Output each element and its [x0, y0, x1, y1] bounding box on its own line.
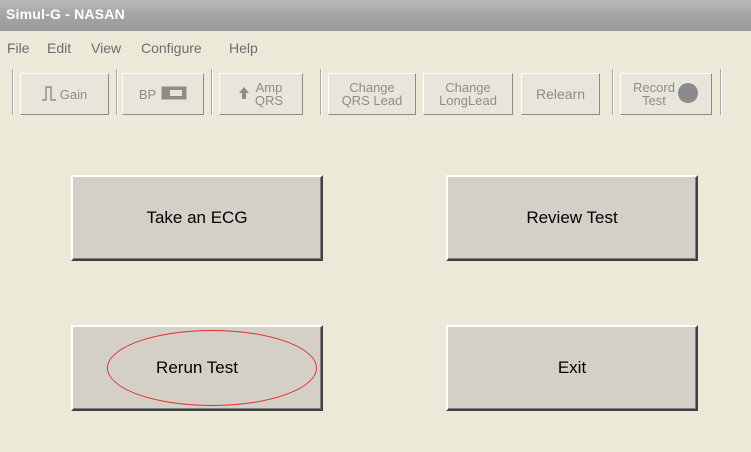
rerun-test-label: Rerun Test	[156, 358, 238, 377]
up-arrow-icon	[238, 87, 249, 101]
toolbar-separator	[211, 69, 213, 115]
gain-button[interactable]: Gain	[20, 73, 109, 115]
gain-label: Gain	[59, 86, 88, 102]
qrs-label: QRS	[254, 93, 284, 108]
change-long-label-bottom: LongLead	[439, 93, 497, 108]
record-dot-icon	[677, 82, 699, 106]
toolbar-separator	[720, 69, 722, 115]
bp-cuff-icon	[161, 86, 187, 102]
change-long-lead-button[interactable]: Change LongLead	[423, 73, 513, 115]
relearn-button[interactable]: Relearn	[521, 73, 600, 115]
menu-edit[interactable]: Edit	[47, 40, 71, 56]
test-label: Test	[642, 93, 666, 108]
exit-button[interactable]: Exit	[446, 325, 698, 411]
change-qrs-lead-button[interactable]: Change QRS Lead	[328, 73, 416, 115]
review-test-button[interactable]: Review Test	[446, 175, 698, 261]
change-qrs-label-bottom: QRS Lead	[341, 93, 403, 108]
menu-bar: File Edit View Configure Help	[0, 31, 751, 63]
record-test-button[interactable]: Record Test	[620, 73, 712, 115]
relearn-label: Relearn	[535, 85, 586, 102]
toolbar-separator	[612, 69, 614, 115]
amp-qrs-button[interactable]: Amp QRS	[219, 73, 303, 115]
take-ecg-button[interactable]: Take an ECG	[71, 175, 323, 261]
toolbar-separator	[116, 69, 118, 115]
exit-label: Exit	[557, 358, 587, 377]
window-title: Simul-G - NASAN	[6, 6, 125, 22]
menu-configure[interactable]: Configure	[141, 40, 202, 56]
bp-label: BP	[138, 86, 157, 102]
take-ecg-label: Take an ECG	[146, 208, 248, 227]
menu-file[interactable]: File	[7, 40, 30, 56]
toolbar: Gain BP Amp QRS Change QRS Lead Change L…	[0, 63, 751, 123]
title-bar: Simul-G - NASAN	[0, 0, 751, 31]
bp-button[interactable]: BP	[122, 73, 204, 115]
rerun-test-button[interactable]: Rerun Test	[71, 325, 323, 411]
review-test-label: Review Test	[526, 208, 618, 227]
toolbar-separator	[320, 69, 322, 115]
toolbar-separator	[12, 69, 14, 115]
menu-view[interactable]: View	[91, 40, 121, 56]
pulse-icon	[41, 85, 56, 103]
menu-help[interactable]: Help	[229, 40, 258, 56]
